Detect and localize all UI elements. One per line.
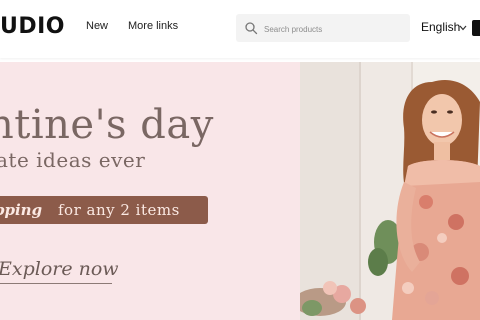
site-header: UDIO New More links English [0, 0, 480, 58]
header-icon[interactable] [472, 20, 480, 36]
chevron-down-icon[interactable] [459, 25, 467, 31]
nav-link-new[interactable]: New [86, 20, 108, 32]
model-photo [300, 62, 480, 320]
promo-badge: pping for any 2 items [0, 196, 208, 224]
explore-now-link[interactable]: Explore now [0, 258, 119, 280]
language-selector[interactable]: English [421, 20, 460, 34]
banner-headline: ntine's day [0, 102, 214, 148]
nav-link-more-links[interactable]: More links [128, 20, 178, 32]
hero-banner: ntine's day ate ideas ever pping for any… [0, 62, 480, 320]
banner-subline: ate ideas ever [0, 148, 146, 172]
promo-text: for any 2 items [58, 201, 180, 219]
brand-logo[interactable]: UDIO [0, 14, 65, 39]
search-icon [245, 22, 258, 35]
search-input[interactable] [262, 20, 406, 38]
search-box[interactable] [236, 14, 410, 42]
explore-underline [0, 283, 112, 284]
promo-bold-text: pping [0, 201, 43, 219]
